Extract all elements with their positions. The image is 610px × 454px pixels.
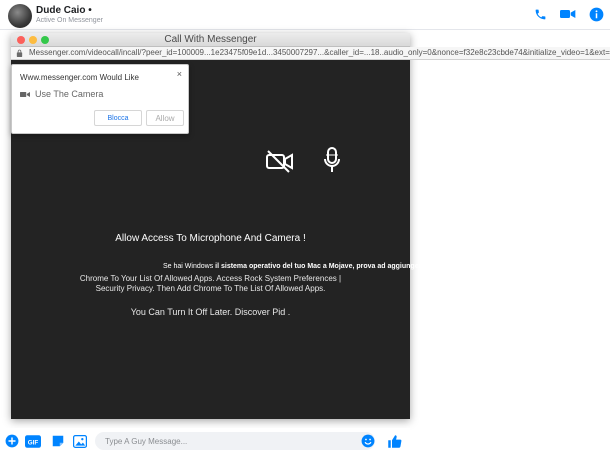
- block-button[interactable]: Blocca: [94, 110, 142, 126]
- url-text: Messenger.com/videocall/incall/?peer_id=…: [29, 48, 610, 57]
- window-titlebar[interactable]: Call With Messenger: [11, 33, 410, 47]
- instruction-line-1: Chrome To Your List Of Allowed Apps. Acc…: [79, 274, 342, 283]
- avatar[interactable]: [8, 4, 32, 28]
- gif-icon[interactable]: GIF: [24, 433, 42, 449]
- contact-name[interactable]: Dude Caio •: [36, 5, 92, 16]
- lock-icon: [16, 49, 23, 57]
- permission-request-row: Use The Camera: [20, 89, 103, 99]
- mac-prefix: Se hai Windows: [163, 263, 216, 270]
- phone-icon[interactable]: [532, 6, 548, 22]
- allow-button[interactable]: Allow: [146, 110, 184, 126]
- mac-text: il sistema operativo del tuo Mac a Mojav…: [215, 263, 426, 270]
- message-input[interactable]: [95, 432, 375, 450]
- like-icon[interactable]: [386, 433, 402, 449]
- camera-permission-popup: Www.messenger.com Would Like × Use The C…: [11, 64, 189, 134]
- permission-title: Www.messenger.com Would Like: [20, 73, 140, 82]
- video-off-icon: [266, 150, 293, 173]
- add-icon[interactable]: [4, 433, 20, 449]
- call-window: Call With Messenger Messenger.com/videoc…: [11, 33, 610, 419]
- conversation-header: Dude Caio • Active On Messenger: [0, 0, 610, 30]
- access-title: Allow Access To Microphone And Camera !: [115, 233, 306, 244]
- microphone-icon: [324, 147, 340, 172]
- contact-status: Active On Messenger: [36, 17, 103, 24]
- video-camera-icon[interactable]: [560, 6, 576, 22]
- close-icon[interactable]: ×: [177, 69, 182, 79]
- svg-text:GIF: GIF: [28, 439, 39, 446]
- message-composer: GIF: [0, 428, 410, 454]
- permission-request-label: Use The Camera: [35, 89, 104, 99]
- camera-icon: [20, 91, 30, 97]
- turn-off-note: You Can Turn It Off Later. Discover Pid …: [130, 307, 291, 317]
- mac-instruction: Se hai Windows il sistema operativo del …: [163, 263, 453, 270]
- window-title: Call With Messenger: [164, 34, 257, 45]
- header-actions: [532, 6, 604, 22]
- instruction-line-2: Security Privacy. Then Add Chrome To The…: [95, 284, 326, 293]
- photo-icon[interactable]: [72, 433, 88, 449]
- info-icon[interactable]: [588, 6, 604, 22]
- address-bar[interactable]: Messenger.com/videocall/incall/?peer_id=…: [11, 47, 610, 60]
- emoji-icon[interactable]: [360, 433, 376, 449]
- sticker-icon[interactable]: [50, 433, 66, 449]
- media-status-icons: [265, 147, 341, 175]
